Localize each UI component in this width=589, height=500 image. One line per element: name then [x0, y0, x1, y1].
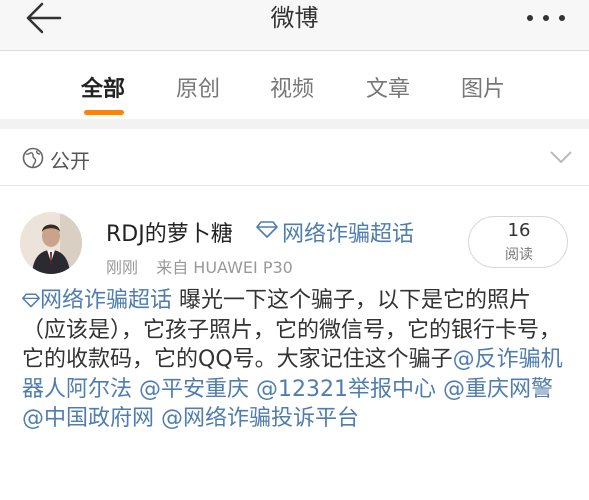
- post-time: 刚刚: [106, 258, 139, 277]
- privacy-label: 公开: [50, 149, 90, 173]
- chevron-down-icon[interactable]: [549, 149, 573, 165]
- mention-link[interactable]: @中国政府网: [22, 406, 154, 431]
- post-header: RDJ的萝卜糖 网络诈骗超话 刚刚 来自 HUAWEI P30 16 阅读: [0, 186, 589, 290]
- section-gap: [0, 119, 589, 129]
- avatar[interactable]: [20, 212, 82, 274]
- tab-all[interactable]: 全部: [81, 71, 125, 103]
- diamond-icon: [22, 293, 40, 308]
- post-meta: 刚刚 来自 HUAWEI P30: [106, 254, 293, 278]
- read-count-badge: 16 阅读: [468, 216, 568, 268]
- topic-link[interactable]: 网络诈骗超话: [282, 216, 414, 248]
- privacy-selector[interactable]: 公开: [0, 129, 589, 185]
- top-bar: 微博: [0, 0, 589, 50]
- username[interactable]: RDJ的萝卜糖: [106, 216, 233, 248]
- diamond-icon: [256, 221, 278, 238]
- tab-article[interactable]: 文章: [366, 71, 410, 103]
- tab-video[interactable]: 视频: [270, 71, 314, 103]
- globe-icon: [22, 147, 44, 169]
- tab-pictures[interactable]: 图片: [461, 71, 505, 103]
- more-dots-icon[interactable]: [524, 10, 568, 26]
- tab-bar: 全部 原创 视频 文章 图片: [0, 51, 589, 119]
- read-count: 16: [507, 220, 531, 241]
- post-source: 来自 HUAWEI P30: [156, 258, 293, 277]
- mention-link[interactable]: @12321举报中心: [256, 377, 436, 402]
- read-label: 阅读: [505, 247, 533, 263]
- topic-link[interactable]: 网络诈骗超话: [40, 288, 172, 313]
- mention-link[interactable]: @网络诈骗投诉平台: [161, 406, 359, 431]
- tab-original[interactable]: 原创: [176, 71, 220, 103]
- page-title: 微博: [270, 4, 319, 32]
- mention-link[interactable]: @平安重庆: [139, 377, 249, 402]
- active-tab-indicator: [84, 110, 124, 115]
- mention-link[interactable]: @重庆网警: [443, 377, 553, 402]
- post-body: 网络诈骗超话 曝光一下这个骗子，以下是它的照片（应该是），它孩子照片，它的微信号…: [22, 286, 574, 434]
